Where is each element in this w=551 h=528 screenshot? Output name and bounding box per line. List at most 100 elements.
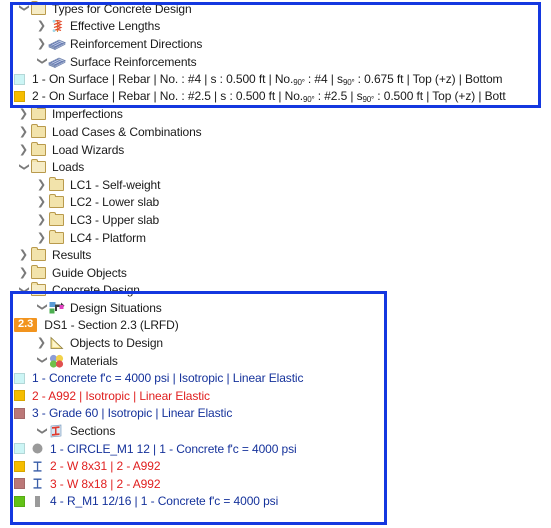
- folder-icon: [30, 141, 48, 158]
- tree-item-reinforcement-directions[interactable]: ❯ Reinforcement Directions: [0, 35, 551, 53]
- tree-item-label: 1 - CIRCLE_M1 12 | 1 - Concrete f'c = 40…: [50, 441, 297, 456]
- tree-item-lc1[interactable]: ❯ LC1 - Self-weight: [0, 176, 551, 194]
- chevron-down-icon[interactable]: ❯: [37, 354, 48, 367]
- tree-item-label: 3 - W 8x18 | 2 - A992: [50, 476, 161, 491]
- chevron-down-icon[interactable]: ❯: [19, 2, 30, 15]
- i-beam-section-icon: [31, 477, 44, 490]
- tree-item-guide-objects[interactable]: ❯ Guide Objects: [0, 264, 551, 282]
- tree-item-effective-lengths[interactable]: ❯ Effective Lengths: [0, 18, 551, 36]
- tree-item-objects-to-design[interactable]: ❯ Objects to Design: [0, 334, 551, 352]
- tree-item-label: DS1 - Section 2.3 (LRFD): [44, 318, 179, 333]
- chevron-right-icon[interactable]: ❯: [35, 337, 48, 348]
- tree-item-label: LC4 - Platform: [70, 230, 146, 245]
- rect-section-icon: [31, 495, 44, 508]
- color-swatch: [14, 495, 25, 507]
- folder-open-icon: [30, 282, 48, 298]
- i-beam-section-icon: [31, 460, 44, 473]
- tree-item-concrete-design[interactable]: ❯ Concrete Design: [0, 282, 551, 300]
- tree-item-loads[interactable]: ❯ Loads: [0, 158, 551, 176]
- chevron-down-icon[interactable]: ❯: [37, 424, 48, 437]
- tree-item-label: Design Situations: [70, 300, 162, 315]
- chevron-down-icon[interactable]: ❯: [19, 283, 30, 296]
- tree-item-section-2[interactable]: 2 - W 8x31 | 2 - A992: [0, 457, 551, 475]
- chevron-right-icon[interactable]: ❯: [17, 267, 30, 278]
- color-swatch: [14, 73, 25, 85]
- tree-item-label: LC3 - Upper slab: [70, 212, 160, 227]
- folder-open-icon: [30, 0, 48, 17]
- tree-item-label: Reinforcement Directions: [70, 36, 203, 51]
- color-swatch: [14, 478, 25, 490]
- tree-item-label: Load Wizards: [52, 142, 125, 157]
- model-navigator-tree[interactable]: ❯ Types for Concrete Design ❯ Effective …: [0, 0, 551, 528]
- folder-icon: [48, 194, 66, 210]
- tree-item-design-situations[interactable]: ❯ Design Situations: [0, 299, 551, 317]
- tree-item-material-1[interactable]: 1 - Concrete f'c = 4000 psi | Isotropic …: [0, 369, 551, 387]
- tree-item-section-4[interactable]: 4 - R_M1 12/16 | 1 - Concrete f'c = 4000…: [0, 493, 551, 511]
- chevron-right-icon[interactable]: ❯: [35, 179, 48, 190]
- tree-item-section-1[interactable]: 1 - CIRCLE_M1 12 | 1 - Concrete f'c = 40…: [0, 440, 551, 458]
- materials-icon: [48, 353, 66, 369]
- reinforcement-directions-icon: [48, 36, 66, 52]
- tree-item-surface-reinforcement-2[interactable]: 2 - On Surface | Rebar | No. : #2.5 | s …: [0, 88, 551, 106]
- tree-item-section-3[interactable]: 3 - W 8x18 | 2 - A992: [0, 475, 551, 493]
- tree-item-imperfections[interactable]: ❯ Imperfections: [0, 106, 551, 124]
- color-swatch: [14, 407, 25, 419]
- chevron-right-icon[interactable]: ❯: [35, 214, 48, 225]
- objects-to-design-icon: [48, 335, 66, 351]
- tree-item-label: 1 - Concrete f'c = 4000 psi | Isotropic …: [32, 371, 304, 386]
- tree-item-lc2[interactable]: ❯ LC2 - Lower slab: [0, 194, 551, 212]
- chevron-right-icon[interactable]: ❯: [17, 108, 30, 119]
- tree-item-surface-reinforcement-1[interactable]: 1 - On Surface | Rebar | No. : #4 | s : …: [0, 70, 551, 88]
- folder-icon: [48, 176, 66, 193]
- tree-item-sections[interactable]: ❯ Sections: [0, 422, 551, 440]
- effective-lengths-icon: [48, 18, 66, 34]
- folder-icon: [30, 123, 48, 140]
- circle-section-icon: [31, 442, 44, 455]
- tree-item-label: LC1 - Self-weight: [70, 177, 161, 192]
- tree-item-label: Imperfections: [52, 107, 123, 122]
- tree-item-lc4[interactable]: ❯ LC4 - Platform: [0, 229, 551, 247]
- tree-item-label: 1 - On Surface | Rebar | No. : #4 | s : …: [32, 71, 503, 87]
- tree-item-materials[interactable]: ❯ Materials: [0, 352, 551, 370]
- tree-item-load-cases-combinations[interactable]: ❯ Load Cases & Combinations: [0, 123, 551, 141]
- chevron-down-icon[interactable]: ❯: [19, 160, 30, 173]
- chevron-right-icon[interactable]: ❯: [17, 144, 30, 155]
- folder-icon: [30, 247, 48, 263]
- tree-item-results[interactable]: ❯ Results: [0, 246, 551, 264]
- chevron-right-icon[interactable]: ❯: [17, 126, 30, 137]
- folder-icon: [48, 211, 66, 228]
- tree-item-lc3[interactable]: ❯ LC3 - Upper slab: [0, 211, 551, 229]
- color-swatch: [14, 91, 25, 103]
- chevron-right-icon[interactable]: ❯: [35, 38, 48, 49]
- tree-item-label: 3 - Grade 60 | Isotropic | Linear Elasti…: [32, 406, 233, 421]
- tree-item-material-2[interactable]: 2 - A992 | Isotropic | Linear Elastic: [0, 387, 551, 405]
- tree-item-load-wizards[interactable]: ❯ Load Wizards: [0, 141, 551, 159]
- surface-reinforcements-icon: [48, 54, 66, 70]
- color-swatch: [14, 460, 25, 472]
- color-swatch: [14, 443, 25, 455]
- chevron-right-icon[interactable]: ❯: [17, 249, 30, 260]
- tree-item-types-for-concrete-design[interactable]: ❯ Types for Concrete Design: [0, 0, 551, 18]
- chevron-down-icon[interactable]: ❯: [37, 301, 48, 314]
- tree-item-label: Materials: [70, 353, 118, 368]
- chevron-right-icon[interactable]: ❯: [35, 196, 48, 207]
- tree-item-surface-reinforcements[interactable]: ❯ Surface Reinforcements: [0, 53, 551, 71]
- folder-icon: [30, 264, 48, 281]
- chevron-right-icon[interactable]: ❯: [35, 232, 48, 243]
- tree-item-label: Concrete Design: [52, 283, 140, 298]
- tree-item-ds1[interactable]: 2.3 DS1 - Section 2.3 (LRFD): [0, 317, 551, 335]
- tree-item-label: Surface Reinforcements: [70, 54, 197, 69]
- chevron-down-icon[interactable]: ❯: [37, 55, 48, 68]
- tree-item-label: Load Cases & Combinations: [52, 124, 202, 139]
- tree-item-label: 2 - A992 | Isotropic | Linear Elastic: [32, 388, 210, 403]
- tree-item-label: Sections: [70, 424, 116, 439]
- tree-item-label: LC2 - Lower slab: [70, 195, 160, 210]
- folder-icon: [30, 106, 48, 122]
- tree-item-material-3[interactable]: 3 - Grade 60 | Isotropic | Linear Elasti…: [0, 405, 551, 423]
- chevron-right-icon[interactable]: ❯: [35, 20, 48, 31]
- design-situation-badge: 2.3: [14, 318, 38, 333]
- folder-icon: [48, 229, 66, 246]
- folder-open-icon: [30, 159, 48, 175]
- color-swatch: [14, 372, 25, 384]
- tree-item-label: 4 - R_M1 12/16 | 1 - Concrete f'c = 4000…: [50, 494, 279, 509]
